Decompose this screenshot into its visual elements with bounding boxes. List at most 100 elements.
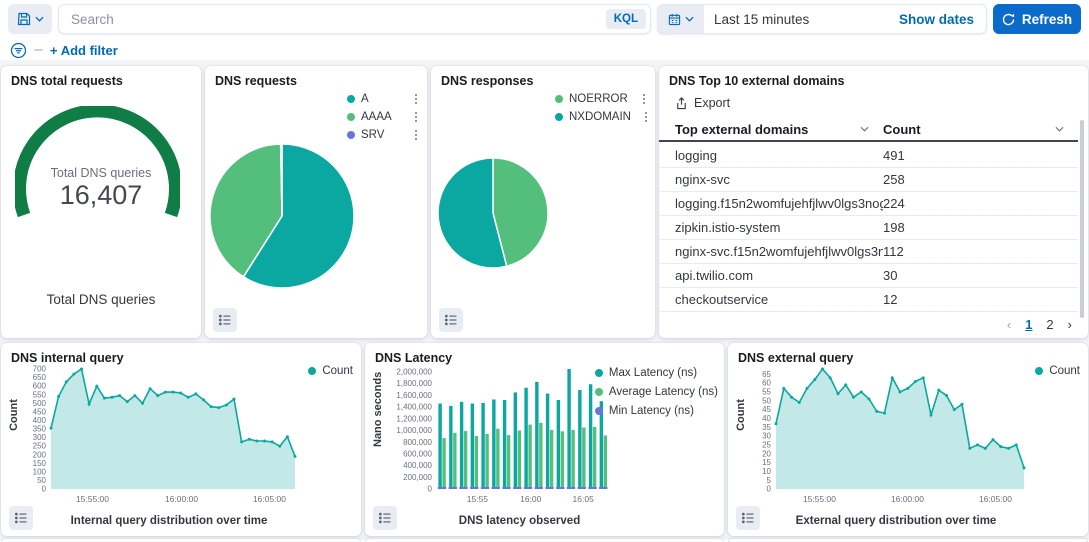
data-point	[945, 394, 948, 397]
pagination-page-2[interactable]: 2	[1046, 317, 1053, 332]
legend-item-Count[interactable]: Count	[1035, 365, 1080, 377]
bar-min-latency[interactable]	[578, 487, 586, 489]
bar-max-latency[interactable]	[471, 404, 474, 489]
pagination-next-icon[interactable]: ›	[1068, 317, 1072, 332]
legend-toggle-button[interactable]	[439, 308, 463, 332]
table-scrollbar[interactable]	[1080, 120, 1084, 318]
bar-max-latency[interactable]	[503, 400, 506, 489]
bar-avg-latency[interactable]	[518, 430, 521, 489]
bar-max-latency[interactable]	[578, 390, 581, 489]
legend-item-SRV[interactable]: SRV	[347, 129, 417, 141]
bar-avg-latency[interactable]	[550, 430, 553, 489]
bar-min-latency[interactable]	[535, 487, 543, 489]
legend-toggle-button[interactable]	[736, 506, 760, 530]
bar-avg-latency[interactable]	[464, 431, 467, 489]
count-cell: 258	[883, 172, 1078, 187]
bar-min-latency[interactable]	[567, 487, 575, 489]
legend-toggle-button[interactable]	[373, 506, 397, 530]
bar-max-latency[interactable]	[514, 392, 517, 489]
data-point	[103, 397, 106, 400]
bar-max-latency[interactable]	[524, 388, 527, 489]
data-point	[844, 383, 847, 386]
refresh-button[interactable]: Refresh	[993, 4, 1081, 34]
bar-avg-latency[interactable]	[485, 434, 488, 489]
bar-max-latency[interactable]	[481, 403, 484, 489]
legend-item-NXDOMAIN[interactable]: NXDOMAIN	[555, 111, 645, 123]
legend-item-Average Latency (ns)[interactable]: Average Latency (ns)	[595, 386, 718, 398]
bar-avg-latency[interactable]	[604, 435, 607, 489]
bar-min-latency[interactable]	[545, 487, 553, 489]
column-header-domains[interactable]: Top external domains	[659, 118, 883, 140]
table-row[interactable]: logging491	[659, 144, 1078, 168]
bar-min-latency[interactable]	[502, 487, 510, 489]
bar-max-latency[interactable]	[449, 406, 452, 489]
bar-min-latency[interactable]	[438, 487, 446, 489]
panel-dns-latency: DNS Latency 0200,000400,000600,000800,00…	[365, 343, 724, 536]
list-icon	[14, 511, 28, 525]
legend-toggle-button[interactable]	[9, 506, 33, 530]
bar-min-latency[interactable]	[556, 487, 564, 489]
data-point	[50, 427, 53, 430]
legend-menu-icon[interactable]	[637, 112, 648, 123]
date-picker-menu-button[interactable]	[658, 5, 704, 33]
bar-avg-latency[interactable]	[453, 433, 456, 489]
bar-avg-latency[interactable]	[442, 438, 445, 489]
bar-avg-latency[interactable]	[496, 429, 499, 489]
bar-max-latency[interactable]	[589, 384, 592, 489]
table-row[interactable]: api.twilio.com30	[659, 264, 1078, 288]
bar-min-latency[interactable]	[524, 487, 532, 489]
legend-item-NOERROR[interactable]: NOERROR	[555, 93, 645, 105]
table-row[interactable]: zipkin.istio-system198	[659, 216, 1078, 240]
bar-avg-latency[interactable]	[528, 425, 531, 489]
kql-language-button[interactable]: KQL	[606, 9, 646, 29]
time-range-value[interactable]: Last 15 minutes	[704, 5, 887, 33]
data-point	[782, 387, 785, 390]
bar-max-latency[interactable]	[535, 382, 538, 489]
bar-max-latency[interactable]	[492, 399, 495, 489]
saved-query-menu-button[interactable]	[8, 4, 52, 34]
legend-menu-icon[interactable]	[407, 112, 418, 123]
table-row[interactable]: logging.f15n2womfujehfjlwv0lgs3nog....22…	[659, 192, 1078, 216]
bar-avg-latency[interactable]	[582, 428, 585, 489]
legend-item-Min Latency (ns)[interactable]: Min Latency (ns)	[595, 405, 718, 417]
bar-min-latency[interactable]	[481, 487, 489, 489]
legend-item-Count[interactable]: Count	[308, 365, 353, 377]
bar-avg-latency[interactable]	[539, 423, 542, 489]
bar-min-latency[interactable]	[459, 487, 467, 489]
bar-min-latency[interactable]	[513, 487, 521, 489]
bar-max-latency[interactable]	[567, 369, 570, 489]
filter-icon[interactable]	[10, 42, 27, 59]
legend-menu-icon[interactable]	[635, 94, 646, 105]
search-input[interactable]	[59, 12, 606, 27]
table-row[interactable]: nginx-svc.f15n2womfujehfjlwv0lgs3no...11…	[659, 240, 1078, 264]
bar-avg-latency[interactable]	[475, 436, 478, 489]
data-point	[164, 391, 167, 394]
export-button[interactable]: Export	[675, 96, 730, 110]
legend-item-A[interactable]: A	[347, 93, 417, 105]
legend-menu-icon[interactable]	[407, 130, 418, 141]
bar-avg-latency[interactable]	[571, 430, 574, 489]
bar-min-latency[interactable]	[492, 487, 500, 489]
bar-max-latency[interactable]	[546, 394, 549, 489]
show-dates-button[interactable]: Show dates	[887, 5, 986, 33]
bar-avg-latency[interactable]	[561, 431, 564, 489]
legend-menu-icon[interactable]	[407, 94, 418, 105]
column-header-count[interactable]: Count	[883, 118, 1078, 140]
add-filter-button[interactable]: + Add filter	[50, 43, 118, 58]
bar-max-latency[interactable]	[438, 404, 441, 489]
bar-avg-latency[interactable]	[593, 427, 596, 489]
pagination-page-1[interactable]: 1	[1025, 317, 1032, 332]
legend-item-AAAA[interactable]: AAAA	[347, 111, 417, 123]
bar-min-latency[interactable]	[470, 487, 478, 489]
legend-item-Max Latency (ns)[interactable]: Max Latency (ns)	[595, 367, 718, 379]
pagination-prev-icon[interactable]: ‹	[1007, 317, 1011, 332]
bar-avg-latency[interactable]	[507, 435, 510, 489]
bar-max-latency[interactable]	[557, 400, 560, 489]
table-row[interactable]: nginx-svc258	[659, 168, 1078, 192]
legend-toggle-button[interactable]	[213, 308, 237, 332]
bar-min-latency[interactable]	[599, 487, 607, 489]
bar-max-latency[interactable]	[460, 402, 463, 489]
bar-min-latency[interactable]	[588, 487, 596, 489]
table-row[interactable]: checkoutservice12	[659, 288, 1078, 312]
bar-min-latency[interactable]	[449, 487, 457, 489]
